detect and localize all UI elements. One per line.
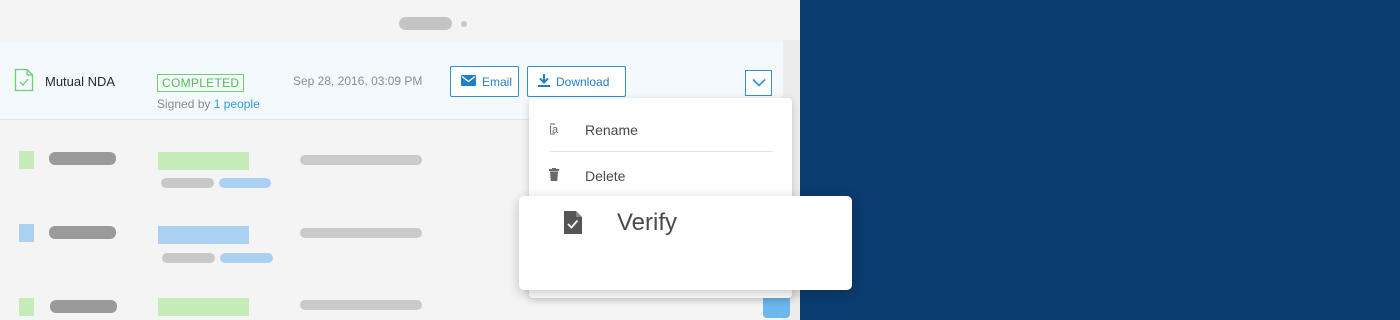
pager-bar	[0, 0, 800, 44]
email-button[interactable]: Email	[450, 66, 519, 97]
placeholder-row-icon	[19, 151, 34, 169]
status-badge: COMPLETED	[157, 74, 245, 92]
signed-by-prefix: Signed by	[157, 97, 211, 111]
placeholder-row-name	[50, 300, 117, 313]
menu-divider	[549, 151, 773, 152]
menu-item-rename[interactable]: Ia Rename	[529, 110, 792, 150]
action-square-button[interactable]	[763, 295, 790, 318]
placeholder-row-tag	[162, 253, 215, 263]
download-button-label: Download	[556, 74, 610, 89]
download-button[interactable]: Download	[527, 66, 626, 97]
placeholder-row-date	[300, 155, 422, 165]
pager-active-indicator[interactable]	[399, 17, 452, 30]
placeholder-row-tag	[161, 178, 214, 188]
pager-dot[interactable]	[461, 21, 467, 27]
placeholder-row-date	[300, 300, 422, 310]
expand-menu-button[interactable]	[745, 70, 772, 96]
signers-link[interactable]: 1 people	[214, 97, 260, 111]
placeholder-row-name	[49, 226, 116, 239]
signed-by-text: Signed by 1 people	[157, 97, 260, 111]
placeholder-row-icon	[19, 298, 34, 316]
verify-label: Verify	[617, 209, 678, 236]
placeholder-row-tag	[219, 178, 271, 188]
placeholder-row-date	[300, 228, 422, 238]
placeholder-row-status	[158, 226, 249, 244]
envelope-icon	[461, 74, 476, 89]
document-name[interactable]: Mutual NDA	[45, 74, 115, 89]
placeholder-row-icon	[19, 224, 34, 242]
placeholder-row-name	[49, 152, 116, 165]
chevron-down-icon	[751, 74, 766, 92]
document-check-icon	[14, 68, 34, 97]
download-icon	[538, 73, 550, 90]
document-check-icon	[564, 211, 582, 239]
email-button-label: Email	[482, 74, 513, 89]
menu-item-label: Delete	[585, 168, 626, 184]
menu-item-delete[interactable]: Delete	[529, 156, 792, 196]
document-date: Sep 28, 2016, 03:09 PM	[293, 74, 423, 88]
trash-icon	[549, 168, 559, 184]
rename-icon: Ia	[549, 122, 569, 139]
placeholder-row-tag	[220, 253, 273, 263]
placeholder-row-status	[158, 298, 249, 316]
menu-item-label: Rename	[585, 122, 638, 138]
placeholder-row-status	[158, 152, 249, 170]
menu-item-verify[interactable]: Verify	[519, 196, 852, 290]
